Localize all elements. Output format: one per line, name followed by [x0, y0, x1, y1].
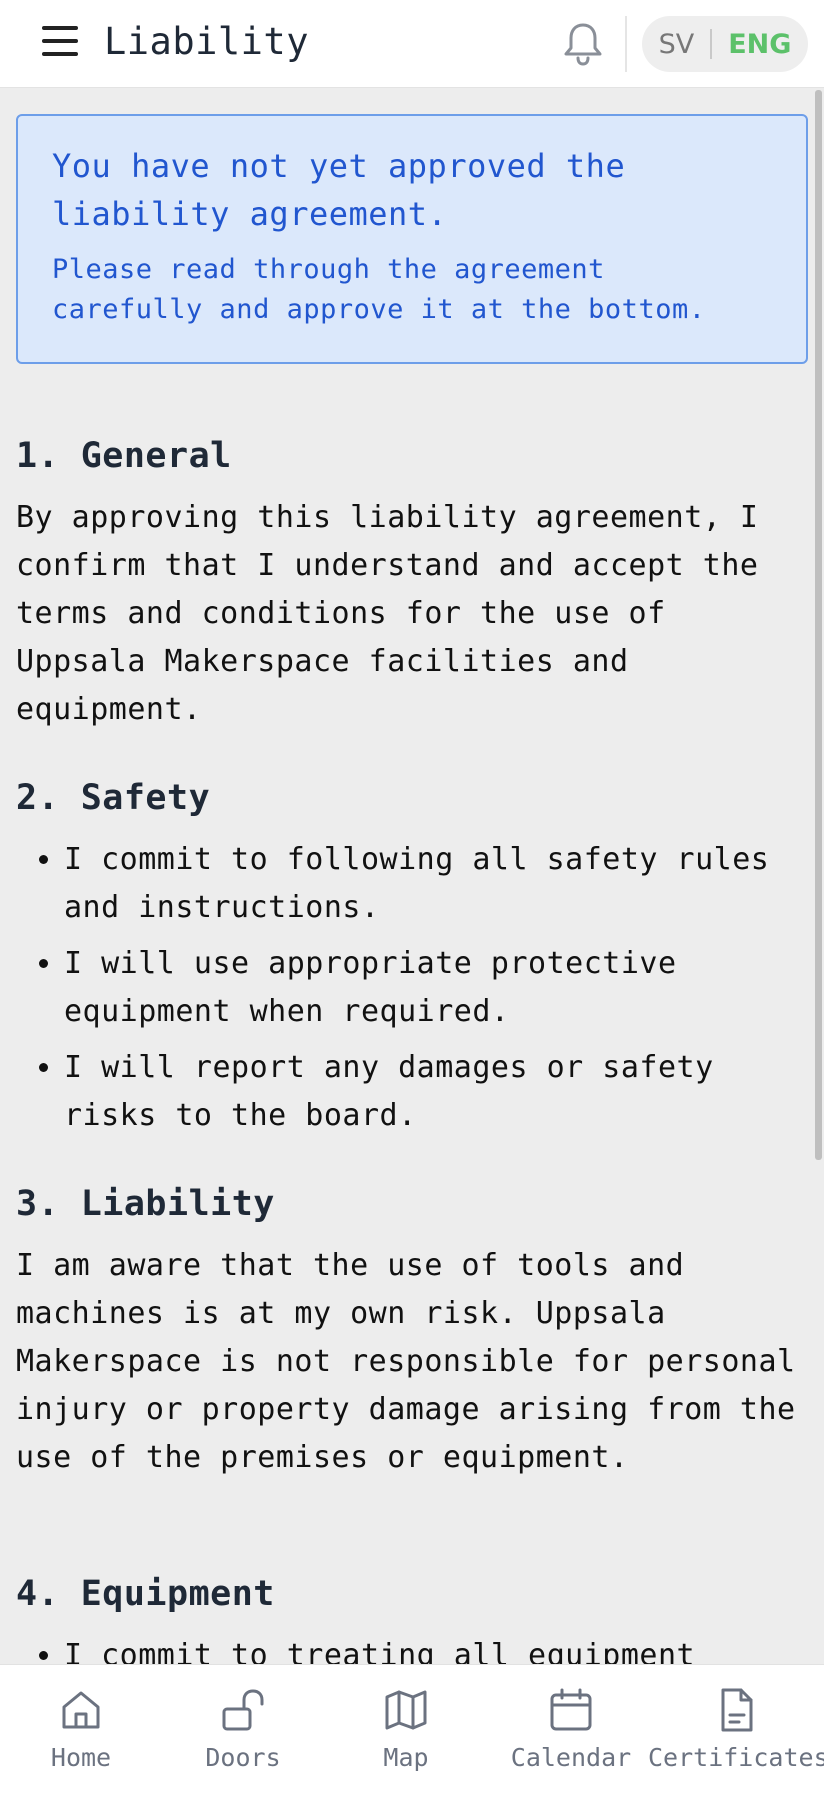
equipment-list: I commit to treating all equipment — [16, 1632, 806, 1664]
list-item: I commit to treating all equipment — [64, 1632, 806, 1664]
bottom-nav: Home Doors Map Calendar Certificates — [0, 1664, 824, 1800]
list-item: I commit to following all safety rules a… — [64, 836, 806, 932]
alert-title: You have not yet approved the liability … — [52, 147, 626, 233]
approval-alert: You have not yet approved the liability … — [16, 114, 808, 364]
nav-certificates[interactable]: Certificates — [648, 1687, 824, 1787]
nav-doors[interactable]: Doors — [192, 1687, 294, 1787]
list-item: I will report any damages or safety risk… — [64, 1044, 806, 1140]
section-heading: 3. Liability — [16, 1184, 275, 1224]
list-item: I will use appropriate protective equipm… — [64, 940, 806, 1036]
nav-label: Map — [383, 1743, 429, 1772]
nav-label: Doors — [205, 1743, 281, 1772]
nav-label: Certificates — [648, 1743, 824, 1772]
nav-map[interactable]: Map — [356, 1687, 456, 1787]
section-heading: 4. Equipment — [16, 1574, 275, 1614]
nav-calendar[interactable]: Calendar — [508, 1687, 634, 1787]
section-text: By approving this liability agreement, I… — [16, 500, 759, 727]
section-text: I am aware that the use of tools and mac… — [16, 1248, 796, 1475]
section-heading: 1. General — [16, 436, 232, 476]
document-icon — [721, 1688, 753, 1732]
section-safety: 2. Safety I commit to following all safe… — [16, 774, 806, 1148]
scrollbar-thumb[interactable] — [815, 90, 822, 1160]
calendar-icon — [550, 1688, 592, 1731]
language-eng-option[interactable]: ENG — [712, 29, 791, 60]
language-sv-option[interactable]: SV — [659, 29, 711, 60]
map-icon — [385, 1690, 427, 1730]
section-liability: 3. Liability I am aware that the use of … — [16, 1180, 806, 1482]
page-title: Liability — [104, 20, 309, 63]
nav-home[interactable]: Home — [30, 1687, 132, 1787]
notification-bell-icon[interactable] — [560, 20, 606, 68]
nav-label: Home — [50, 1743, 112, 1772]
home-icon — [62, 1691, 100, 1729]
unlock-icon — [222, 1689, 264, 1731]
section-general: 1. General By approving this liability a… — [16, 432, 806, 734]
agreement-content[interactable]: You have not yet approved the liability … — [0, 88, 812, 1664]
menu-icon[interactable] — [38, 22, 84, 62]
scrollbar[interactable] — [812, 88, 824, 1664]
nav-label: Calendar — [510, 1743, 632, 1772]
alert-body: Please read through the agreement carefu… — [52, 254, 706, 325]
top-bar: Liability SV ENG — [0, 0, 824, 88]
language-toggle[interactable]: SV ENG — [642, 16, 808, 72]
safety-list: I commit to following all safety rules a… — [16, 836, 806, 1140]
header-divider — [625, 16, 627, 72]
section-heading: 2. Safety — [16, 778, 211, 818]
section-equipment: 4. Equipment I commit to treating all eq… — [16, 1570, 806, 1664]
